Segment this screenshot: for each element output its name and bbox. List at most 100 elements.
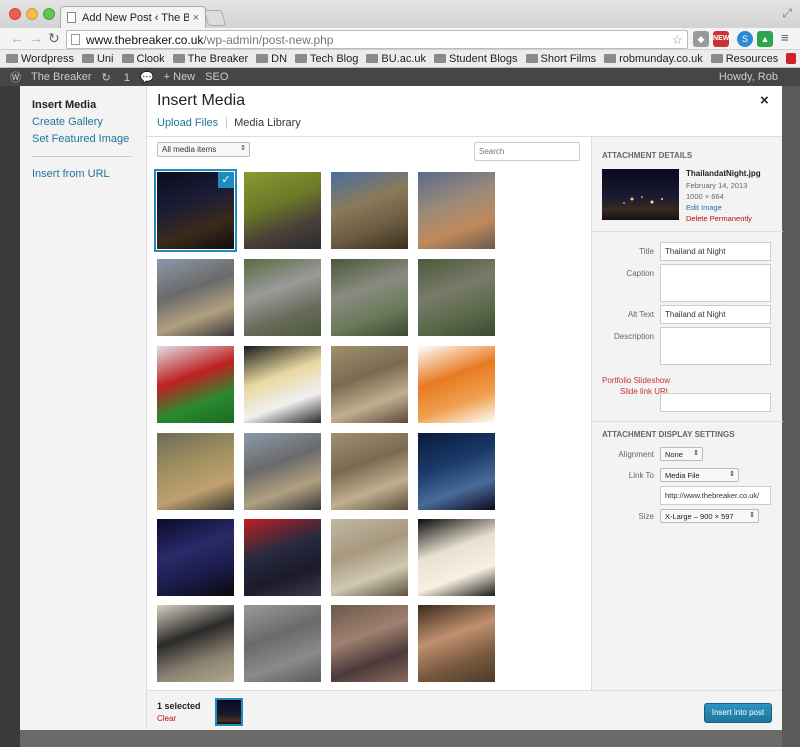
bookmark-item[interactable]: Wordpress	[6, 53, 74, 65]
media-thumbnail-infographic[interactable]	[418, 346, 495, 423]
close-icon[interactable]: ×	[760, 92, 769, 109]
folder-icon	[525, 54, 538, 63]
media-thumbnail-night-machinery[interactable]	[418, 433, 495, 510]
new-tab-button[interactable]	[203, 10, 227, 26]
browser-tab-strip: Add New Post ‹ The Breaker × ⤢	[0, 0, 800, 28]
caption-field[interactable]	[660, 264, 771, 302]
media-thumbnail-building-facade[interactable]	[331, 172, 408, 249]
address-bar[interactable]: www.thebreaker.co.uk/wp-admin/post-new.p…	[66, 30, 688, 49]
seo-link[interactable]: SEO	[205, 71, 228, 83]
attachment-filename: ThailandatNight.jpg	[686, 169, 761, 178]
media-thumbnail-news-anchor[interactable]	[244, 519, 321, 596]
alignment-label: Alignment	[618, 450, 654, 459]
bookmark-item[interactable]: Pin It	[786, 53, 800, 65]
fullscreen-icon[interactable]: ⤢	[782, 6, 792, 21]
bookmark-item[interactable]: Clook	[121, 53, 165, 65]
browser-menu-icon[interactable]: ≡	[781, 30, 789, 45]
comments-icon[interactable]: 💬	[140, 71, 154, 84]
slide-link-url-field[interactable]	[660, 393, 771, 412]
alt-text-field[interactable]: Thailand at Night	[660, 305, 771, 324]
media-thumbnail-pope[interactable]	[418, 519, 495, 596]
wp-logo-icon[interactable]: Ⓦ	[10, 69, 21, 85]
sync-extension-icon[interactable]: S	[737, 31, 753, 47]
selected-attachment-thumbnail[interactable]	[215, 698, 243, 726]
extension-icon[interactable]: ◆	[693, 31, 709, 47]
select-arrows-icon: ⇕	[693, 450, 699, 457]
browser-tab[interactable]: Add New Post ‹ The Breaker ×	[60, 6, 206, 28]
news-extension-icon[interactable]: NEW!	[713, 31, 732, 47]
minimize-window-button[interactable]	[26, 8, 38, 20]
media-thumbnail-conveyor-belt[interactable]	[157, 259, 234, 336]
wp-admin-bar: Ⓦ The Breaker ↻ 1 💬 + New SEO Howdy, Rob	[0, 68, 800, 86]
media-thumbnail-tram[interactable]	[157, 605, 234, 682]
bookmark-label: Resources	[725, 52, 779, 65]
forward-arrow-icon[interactable]: →	[29, 30, 43, 46]
tab-close-icon[interactable]: ×	[193, 12, 199, 24]
edit-image-link[interactable]: Edit Image	[686, 203, 722, 212]
bookmark-item[interactable]: Resources	[710, 52, 779, 65]
link-to-value: Media File	[665, 471, 700, 480]
bookmark-item[interactable]: BU.ac.uk	[366, 53, 426, 65]
tab-media-library[interactable]: Media Library	[226, 117, 309, 129]
menu-insert-media[interactable]: Insert Media	[32, 99, 134, 111]
media-thumbnail-eiffel-tower[interactable]	[418, 172, 495, 249]
menu-insert-from-url[interactable]: Insert from URL	[32, 168, 134, 180]
media-thumbnail-book-cover[interactable]	[331, 519, 408, 596]
size-select[interactable]: X-Large – 900 × 597 ⇕	[660, 509, 759, 523]
attachment-preview-image	[623, 196, 663, 204]
bookmark-item[interactable]: Tech Blog	[295, 53, 358, 65]
media-thumbnail-tattoo[interactable]	[418, 605, 495, 682]
menu-create-gallery[interactable]: Create Gallery	[32, 116, 134, 128]
alignment-select[interactable]: None ⇕	[660, 447, 703, 461]
bookmark-item[interactable]: DN	[256, 53, 287, 65]
clear-selection-link[interactable]: Clear	[157, 714, 176, 723]
new-content-link[interactable]: + New	[164, 71, 196, 83]
back-arrow-icon[interactable]: ←	[10, 30, 24, 46]
media-thumbnail-factory-aerial[interactable]	[331, 259, 408, 336]
checkmark-icon[interactable]: ✓	[218, 172, 234, 188]
media-thumbnail-stadium[interactable]	[157, 346, 234, 423]
media-thumbnail-thailand-at-night[interactable]: ✓	[154, 169, 237, 252]
media-thumbnail-grain-pile[interactable]	[331, 346, 408, 423]
media-thumbnail-conveyor-belt-2[interactable]	[244, 433, 321, 510]
bookmark-item[interactable]: robmunday.co.uk	[604, 53, 703, 65]
site-name-link[interactable]: The Breaker	[31, 71, 92, 83]
media-thumbnail-night-stage[interactable]	[157, 519, 234, 596]
howdy-user-link[interactable]: Howdy, Rob	[719, 71, 778, 83]
media-filter-select[interactable]: All media items ⇕	[157, 142, 250, 157]
media-thumbnail-food-plate[interactable]	[244, 346, 321, 423]
media-search-input[interactable]	[474, 142, 580, 161]
zoom-window-button[interactable]	[43, 8, 55, 20]
modal-title: Insert Media	[157, 92, 246, 109]
bookmark-item[interactable]: Uni	[81, 53, 114, 65]
drive-extension-icon[interactable]: ▲	[757, 31, 773, 47]
media-thumbnail-man-in-suit[interactable]	[244, 172, 321, 249]
description-field[interactable]	[660, 327, 771, 365]
select-arrows-icon: ⇕	[729, 471, 735, 478]
bookmark-label: robmunday.co.uk	[619, 52, 703, 65]
media-thumbnail-plant-aerial[interactable]	[418, 259, 495, 336]
media-thumbnail-grain-pile-2[interactable]	[331, 433, 408, 510]
bookmark-item[interactable]: The Breaker	[172, 53, 248, 65]
updates-link[interactable]: ↻ 1	[102, 71, 130, 84]
bookmark-item[interactable]: Short Films	[525, 53, 596, 65]
menu-set-featured-image[interactable]: Set Featured Image	[32, 133, 134, 145]
delete-permanently-link[interactable]: Delete Permanently	[686, 214, 752, 223]
folder-icon	[6, 54, 18, 63]
title-field[interactable]: Thailand at Night	[660, 242, 771, 261]
bookmark-label: Tech Blog	[310, 52, 359, 65]
bookmark-item[interactable]: Student Blogs	[434, 53, 518, 65]
size-label: Size	[638, 512, 654, 521]
link-to-select[interactable]: Media File ⇕	[660, 468, 739, 482]
bookmark-star-icon[interactable]: ☆	[671, 32, 683, 48]
reload-icon[interactable]: ↻	[48, 30, 60, 47]
media-thumbnail-crowd[interactable]	[331, 605, 408, 682]
folder-icon	[710, 54, 723, 63]
media-thumbnail-food-waste[interactable]	[157, 433, 234, 510]
media-thumbnail-warehouse-aerial[interactable]	[244, 259, 321, 336]
insert-into-post-button[interactable]: Insert into post	[704, 703, 772, 723]
media-thumbnail-bottle-on-sand[interactable]	[244, 605, 321, 682]
tab-upload-files[interactable]: Upload Files	[157, 117, 226, 129]
link-url-field[interactable]: http://www.thebreaker.co.uk/	[660, 486, 771, 505]
close-window-button[interactable]	[9, 8, 21, 20]
